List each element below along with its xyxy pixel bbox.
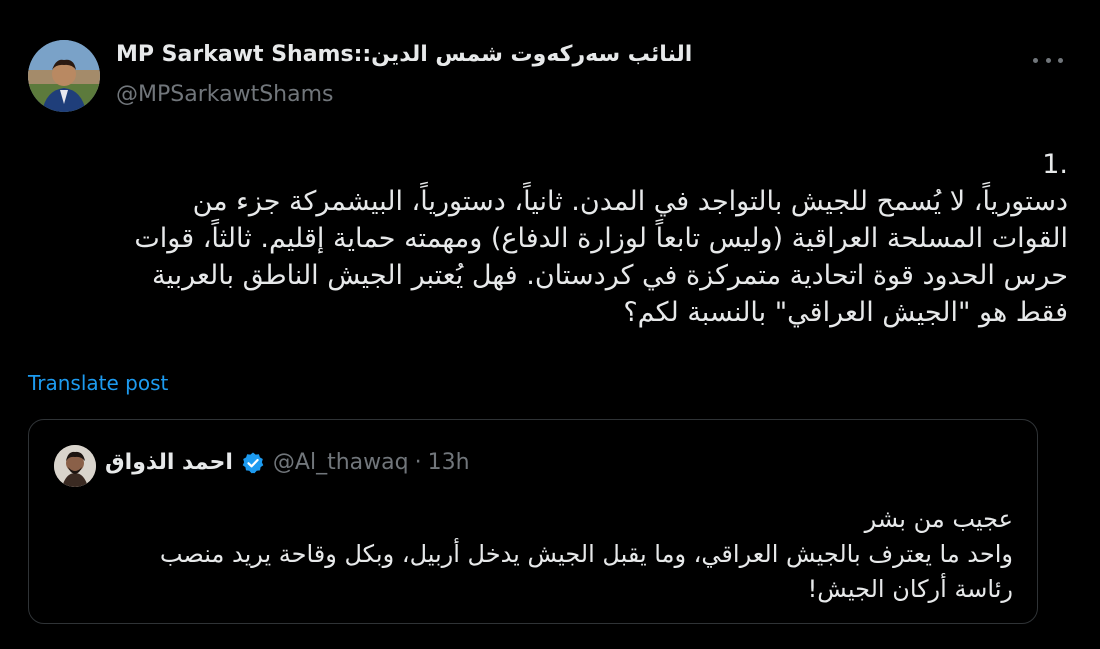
quoted-tweet[interactable]: احمد الذواق @Al_thawaq · 13h عجيب من بشر…	[28, 419, 1038, 624]
quoted-text: عجيب من بشر واحد ما يعترف بالجيش العراقي…	[53, 502, 1013, 607]
quoted-display-name[interactable]: احمد الذواق	[105, 450, 233, 475]
quoted-timestamp[interactable]: 13h	[428, 450, 470, 475]
quoted-header: احمد الذواق @Al_thawaq · 13h	[105, 450, 470, 475]
author-avatar[interactable]	[28, 40, 100, 112]
quoted-handle[interactable]: @Al_thawaq	[273, 450, 409, 475]
quoted-line: واحد ما يعترف بالجيش العراقي، وما يقبل ا…	[159, 540, 1013, 568]
tweet-line: 1.	[1042, 149, 1068, 180]
quoted-author-avatar[interactable]	[54, 445, 96, 487]
author-avatar-image	[28, 40, 100, 112]
author-handle[interactable]: @MPSarkawtShams	[116, 82, 333, 107]
translate-post-link[interactable]: Translate post	[28, 371, 168, 395]
author-display-name[interactable]: MP Sarkawt Shams::النائب سەرکەوت شمس الد…	[116, 42, 692, 67]
tweet-line: دستورياً، لا يُسمح للجيش بالتواجد في الم…	[192, 186, 1068, 217]
quoted-separator: ·	[414, 450, 422, 475]
tweet-line: فقط هو "الجيش العراقي" بالنسبة لكم؟	[623, 297, 1068, 328]
quoted-line: رئاسة أركان الجيش!	[807, 575, 1013, 603]
verified-badge-icon	[242, 452, 264, 473]
tweet-line: القوات المسلحة العراقية (وليس تابعاً لوز…	[134, 223, 1068, 254]
tweet-line: حرس الحدود قوة اتحادية متمركزة في كردستا…	[151, 260, 1068, 291]
quoted-line: عجيب من بشر	[864, 505, 1013, 533]
tweet-text: 1. دستورياً، لا يُسمح للجيش بالتواجد في …	[28, 146, 1068, 331]
quoted-avatar-image	[54, 445, 96, 487]
more-icon[interactable]	[1033, 50, 1063, 70]
